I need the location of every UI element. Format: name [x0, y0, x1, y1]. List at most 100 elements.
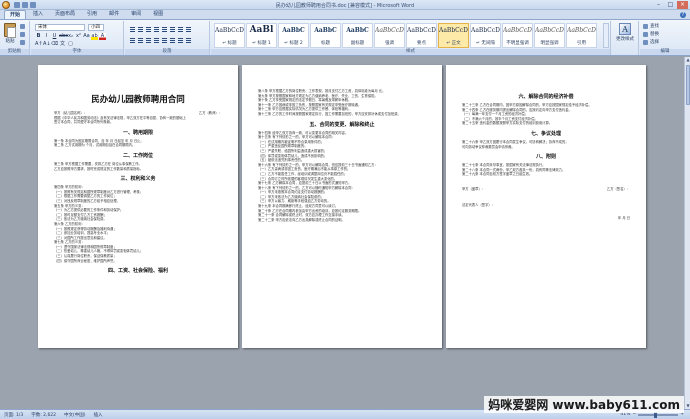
font-size-select[interactable]: 小四 — [88, 24, 104, 31]
tab-review[interactable]: 审阅 — [126, 10, 146, 19]
style-tile[interactable]: AaBbCcDd 引用 — [566, 23, 597, 48]
style-sample: AaBbC — [282, 27, 305, 34]
shading-icon[interactable] — [177, 36, 184, 43]
document-area[interactable]: 民办幼儿园教师聘用合同 甲方（幼儿园名称）： 乙方（教师）： 根据《中华人民共和… — [0, 57, 684, 409]
change-styles-button[interactable]: A 更改样式 — [614, 23, 636, 47]
line-spacing-icon[interactable] — [169, 36, 176, 43]
tab-home[interactable]: 开始 — [4, 10, 27, 19]
highlight-icon[interactable]: ab — [91, 33, 98, 40]
status-language[interactable]: 中文(中国) — [64, 412, 86, 418]
scrollbar-thumb[interactable] — [686, 65, 690, 105]
paragraph-group: 段落 — [125, 21, 210, 55]
clipboard-icon — [4, 23, 16, 38]
bold-button[interactable]: B — [35, 33, 42, 40]
italic-button[interactable]: I — [43, 33, 50, 40]
superscript-button[interactable]: x² — [75, 33, 82, 40]
align-right-icon[interactable] — [145, 36, 152, 43]
style-sample: AaBbCcDd — [535, 27, 564, 34]
document-line: 第二十二条 甲方应依法向乙方出具解除或终止合同的证明。 — [258, 217, 345, 222]
page-3-part-b: 第二十六条 甲乙双方因履行本合同发生争议，可协商解决；协商不成的， 可向劳动争议仲… — [462, 140, 630, 149]
section-heading: 四、工资、社会保险、福利 — [107, 268, 168, 275]
phonetic-guide-icon[interactable]: 文 — [59, 41, 66, 48]
zoom-slider[interactable] — [638, 411, 679, 418]
multilevel-list-icon[interactable] — [145, 25, 152, 32]
style-tile[interactable]: AaBbCcDd 不明显强调 — [502, 23, 533, 48]
align-left-icon[interactable] — [129, 36, 136, 43]
select-icon — [643, 39, 648, 45]
sign-representative: 法定代表人（签字）： — [462, 202, 495, 207]
tab-references[interactable]: 引用 — [82, 10, 102, 19]
style-tile[interactable]: AaBbCcDd 强调 — [374, 23, 405, 48]
align-center-icon[interactable] — [137, 36, 144, 43]
title-bar: 民办幼儿园教师聘用合同书.doc [兼容模式] - Microsoft Word… — [0, 0, 690, 10]
page-3-part-c: 第二十七条 本合同未尽事宜，按国家有关法律法规执行。 第二十八条 本合同一式两份，… — [462, 163, 630, 177]
replace-icon — [643, 31, 648, 37]
document-line: 签订本合同，共同遵守本合同所列条款。 — [54, 120, 114, 125]
status-page[interactable]: 页面: 1/3 — [4, 412, 23, 418]
font-name-select[interactable]: 宋体 — [35, 24, 85, 31]
style-tile[interactable]: AaBbC 标题 — [310, 23, 341, 48]
copy-icon[interactable] — [20, 32, 25, 37]
style-tile[interactable]: AaBbCcDd 明显强调 — [534, 23, 565, 48]
tab-insert[interactable]: 插入 — [28, 10, 48, 19]
document-page-3[interactable]: 六、解除合同的经济补偿 第二十三条 乙方在合同期内，因甲方原因解除合同的，甲方应… — [446, 65, 646, 348]
section-heading: 五、合同的变更、解除和终止 — [309, 121, 375, 128]
style-tile[interactable]: AaBbCcDd 要点 — [406, 23, 437, 48]
subscript-button[interactable]: x₂ — [67, 33, 74, 40]
justify-icon[interactable] — [153, 36, 160, 43]
font-color-icon[interactable]: A — [99, 33, 106, 40]
style-name: ↵ 无间隔 — [476, 41, 495, 46]
change-case-button[interactable]: Aa — [83, 33, 90, 40]
tab-view[interactable]: 视图 — [148, 10, 168, 19]
show-marks-icon[interactable] — [185, 25, 192, 32]
style-name: 标题 — [321, 41, 330, 46]
find-button[interactable]: 查找 — [643, 23, 659, 29]
underline-button[interactable]: U — [51, 33, 58, 40]
document-page-2[interactable]: 第八条 甲方根据乙方的岗位职责、工作表现，按月支付乙方工资，具体标准为每月 元。… — [242, 65, 442, 348]
tab-mailings[interactable]: 邮件 — [104, 10, 124, 19]
strikethrough-button[interactable]: abc — [59, 33, 68, 40]
editing-group: 查找 替换 选择 编辑 — [640, 21, 690, 55]
document-page-1[interactable]: 民办幼儿园教师聘用合同 甲方（幼儿园名称）： 乙方（教师）： 根据《中华人民共和… — [38, 65, 238, 348]
style-sample: AaBbCcDd — [215, 27, 244, 34]
style-tile[interactable]: AaBbCcDd ↵ 标题 — [214, 23, 245, 48]
close-button[interactable]: × — [677, 1, 688, 9]
decrease-indent-icon[interactable] — [153, 25, 160, 32]
style-sample: AaBbCcDd — [407, 27, 436, 34]
bullets-icon[interactable] — [129, 25, 136, 32]
scroll-up-arrow-icon[interactable]: ▲ — [685, 57, 690, 63]
select-button[interactable]: 选择 — [643, 39, 659, 45]
style-tile[interactable]: AaBbC ↵ 标题 2 — [278, 23, 309, 48]
borders-icon[interactable] — [185, 36, 192, 43]
help-icon[interactable]: ? — [680, 12, 686, 18]
minimize-button[interactable]: – — [653, 1, 664, 9]
chinese-layout-icon[interactable] — [169, 25, 176, 32]
vertical-scrollbar[interactable]: ▲ ▼ — [684, 57, 690, 409]
tab-page-layout[interactable]: 页面布局 — [50, 10, 80, 19]
styles-gallery-scroll[interactable] — [603, 23, 609, 48]
style-tile[interactable]: AaBbCcDd ↵ 无间隔 — [470, 23, 501, 48]
style-tile[interactable]: AaBbCcDd ↵ 正文 — [438, 23, 469, 48]
document-line: 可向劳动争议仲裁委员会申请仲裁。 — [462, 144, 515, 149]
increase-indent-icon[interactable] — [161, 25, 168, 32]
shrink-font-icon[interactable]: A↓ — [43, 41, 51, 48]
clipboard-group: 粘贴 剪贴板 — [0, 21, 30, 55]
format-painter-icon[interactable] — [20, 40, 25, 45]
sign-date: 年 月 日 — [618, 215, 630, 220]
status-words[interactable]: 字数: 2,622 — [31, 412, 56, 418]
grow-font-icon[interactable]: A↑ — [35, 41, 43, 48]
status-mode[interactable]: 插入 — [94, 412, 103, 418]
replace-button[interactable]: 替换 — [643, 31, 659, 37]
style-name: 不明显强调 — [506, 41, 529, 46]
numbering-icon[interactable] — [137, 25, 144, 32]
cut-icon[interactable] — [20, 24, 25, 29]
style-tile[interactable]: AaBl ↵ 标题 1 — [246, 23, 277, 48]
clear-format-icon[interactable]: ⌫ — [51, 41, 58, 48]
change-styles-icon: A — [619, 23, 631, 35]
paste-button[interactable]: 粘贴 — [3, 23, 17, 47]
sort-icon[interactable] — [177, 25, 184, 32]
style-tile[interactable]: AaBbC 副标题 — [342, 23, 373, 48]
char-border-icon[interactable]: ▢ — [67, 41, 74, 48]
distributed-icon[interactable] — [161, 36, 168, 43]
maximize-button[interactable]: □ — [665, 1, 676, 9]
